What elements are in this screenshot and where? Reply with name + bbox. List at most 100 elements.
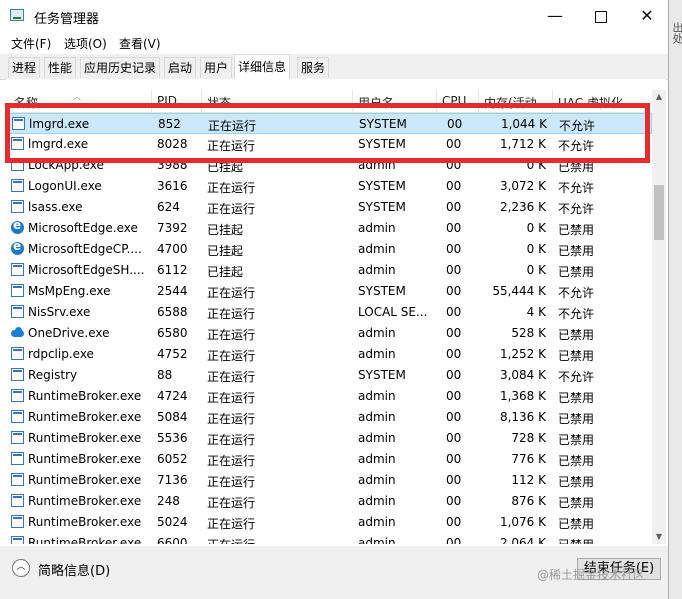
process-cpu: 00 <box>446 452 462 466</box>
exe-icon <box>11 389 24 402</box>
table-row[interactable]: MicrosoftEdgeSH.... 6112 已挂起 admin 00 0 K 已禁用 <box>6 260 652 281</box>
menu-view[interactable]: 查看(V) <box>119 35 161 52</box>
process-pid: 5536 <box>157 431 188 445</box>
exe-icon <box>11 263 24 276</box>
process-name: LogonUI.exe <box>28 179 102 193</box>
process-uac: 已禁用 <box>558 496 595 510</box>
tab-services[interactable]: 服务 <box>297 57 330 78</box>
exe-icon <box>11 368 24 381</box>
table-row[interactable]: MicrosoftEdge.exe 7392 已挂起 admin 00 0 K 已禁用 <box>6 218 652 239</box>
process-cpu: 00 <box>446 263 462 277</box>
tab-processes[interactable]: 进程 <box>8 57 41 78</box>
tab-startup[interactable]: 启动 <box>164 57 197 78</box>
process-cpu: 00 <box>446 284 462 298</box>
table-row[interactable]: RuntimeBroker.exe 5084 正在运行 admin 00 8,136 K 已… <box>6 407 652 428</box>
process-name: RuntimeBroker.exe <box>28 389 142 403</box>
process-cpu: 00 <box>446 536 462 544</box>
process-user: admin <box>358 536 396 544</box>
less-details-link[interactable]: 简略信息(D) <box>38 560 110 579</box>
process-uac: 已禁用 <box>558 223 595 237</box>
process-name: MicrosoftEdge.exe <box>28 221 138 235</box>
process-pid: 5084 <box>157 410 188 424</box>
process-name: MsMpEng.exe <box>28 284 111 298</box>
process-uac: 已禁用 <box>558 454 595 468</box>
close-button[interactable]: ✕ <box>624 0 670 32</box>
process-pid: 4752 <box>157 347 188 361</box>
table-row[interactable]: LogonUI.exe 3616 正在运行 SYSTEM 00 3,072 K 不允许 <box>6 176 652 197</box>
cloud-icon <box>11 326 24 339</box>
process-status: 正在运行 <box>207 433 256 447</box>
table-row[interactable]: RuntimeBroker.exe 5024 正在运行 admin 00 1,076 K 已… <box>6 512 652 533</box>
process-status: 正在运行 <box>207 370 256 384</box>
process-uac: 已禁用 <box>558 412 595 426</box>
process-pid: 2544 <box>157 284 188 298</box>
table-row[interactable]: RuntimeBroker.exe 248 正在运行 admin 00 876 K 已禁用 <box>6 491 652 512</box>
process-user: admin <box>358 347 396 361</box>
minimize-button[interactable]: — <box>532 0 578 32</box>
menu-options[interactable]: 选项(O) <box>64 35 107 52</box>
process-status: 正在运行 <box>207 536 347 544</box>
process-memory: 528 K <box>511 326 546 340</box>
process-pid: 3616 <box>157 179 188 193</box>
watermark: @稀土掘金技术社区 <box>537 568 646 582</box>
scroll-up-icon[interactable]: ▲ <box>652 90 666 104</box>
process-cpu: 00 <box>446 494 462 508</box>
table-row[interactable]: NisSrv.exe 6588 正在运行 LOCAL SE... 00 4 K 不允许 <box>6 302 652 323</box>
tab-users[interactable]: 用户 <box>200 57 233 78</box>
menu-file[interactable]: 文件(F) <box>11 35 51 52</box>
window-title: 任务管理器 <box>34 12 100 27</box>
table-row[interactable]: RuntimeBroker.exe 6600 正在运行 admin 00 2,064 K 已… <box>6 533 652 544</box>
table-row[interactable]: MsMpEng.exe 2544 正在运行 SYSTEM 00 55,444 K 不允许 <box>6 281 652 302</box>
process-uac: 已禁用 <box>558 536 648 544</box>
table-row[interactable]: RuntimeBroker.exe 6052 正在运行 admin 00 776 K 已禁用 <box>6 449 652 470</box>
edge-icon <box>11 218 24 234</box>
process-pid: 248 <box>157 494 180 508</box>
tab-app-history[interactable]: 应用历史记录 <box>80 57 161 78</box>
scroll-down-icon[interactable]: ▼ <box>652 530 666 544</box>
process-memory: 0 K <box>526 221 546 235</box>
process-status: 已挂起 <box>207 244 244 258</box>
process-name: NisSrv.exe <box>28 305 91 319</box>
table-row[interactable]: rdpclip.exe 4752 正在运行 admin 00 1,252 K 已禁用 <box>6 344 652 365</box>
table-row[interactable]: lsass.exe 624 正在运行 SYSTEM 00 2,236 K 不允许 <box>6 197 652 218</box>
table-row[interactable]: Registry 88 正在运行 SYSTEM 00 3,084 K 不允许 <box>6 365 652 386</box>
process-uac: 不允许 <box>558 307 595 321</box>
table-row[interactable]: MicrosoftEdgeCP.... 4700 已挂起 admin 00 0 K 已禁用 <box>6 239 652 260</box>
process-user: admin <box>358 221 396 235</box>
process-name: RuntimeBroker.exe <box>28 410 142 424</box>
process-pid: 7136 <box>157 473 188 487</box>
process-uac: 已禁用 <box>558 433 595 447</box>
process-pid: 624 <box>157 200 180 214</box>
process-user: admin <box>358 494 396 508</box>
vertical-scrollbar[interactable]: ▲ ▼ <box>652 90 666 544</box>
process-memory: 3,084 K <box>499 368 546 382</box>
table-row[interactable]: RuntimeBroker.exe 4724 正在运行 admin 00 1,368 K 已… <box>6 386 652 407</box>
process-memory: 2,064 K <box>499 536 546 544</box>
scrollbar-thumb[interactable] <box>654 185 664 240</box>
process-cpu: 00 <box>446 242 462 256</box>
process-pid: 6600 <box>157 536 188 544</box>
process-name: MicrosoftEdgeCP.... <box>28 242 142 256</box>
table-row[interactable]: OneDrive.exe 6580 正在运行 admin 00 528 K 已禁用 <box>6 323 652 344</box>
exe-icon <box>11 515 24 528</box>
process-pid: 4700 <box>157 242 188 256</box>
process-cpu: 00 <box>446 347 462 361</box>
exe-icon <box>11 200 24 213</box>
process-user: SYSTEM <box>358 284 406 298</box>
process-status: 已挂起 <box>207 265 244 279</box>
exe-icon <box>11 347 24 360</box>
table-row[interactable]: RuntimeBroker.exe 5536 正在运行 admin 00 728 K 已禁用 <box>6 428 652 449</box>
process-cpu: 00 <box>446 515 462 529</box>
process-name: RuntimeBroker.exe <box>28 515 142 529</box>
tab-performance[interactable]: 性能 <box>44 57 77 78</box>
maximize-button[interactable] <box>578 0 624 32</box>
process-name: lsass.exe <box>28 200 83 214</box>
sort-ascending-icon: ︿ <box>73 92 81 101</box>
process-cpu: 00 <box>446 410 462 424</box>
collapse-chevron-icon[interactable]: ︿ <box>12 559 30 577</box>
exe-icon <box>11 536 24 544</box>
tab-bar: 进程 性能 应用历史记录 启动 用户 详细信息 服务 <box>0 54 668 80</box>
tab-details[interactable]: 详细信息 <box>234 54 291 79</box>
process-user: SYSTEM <box>358 200 406 214</box>
table-row[interactable]: RuntimeBroker.exe 7136 正在运行 admin 00 112 K 已禁用 <box>6 470 652 491</box>
